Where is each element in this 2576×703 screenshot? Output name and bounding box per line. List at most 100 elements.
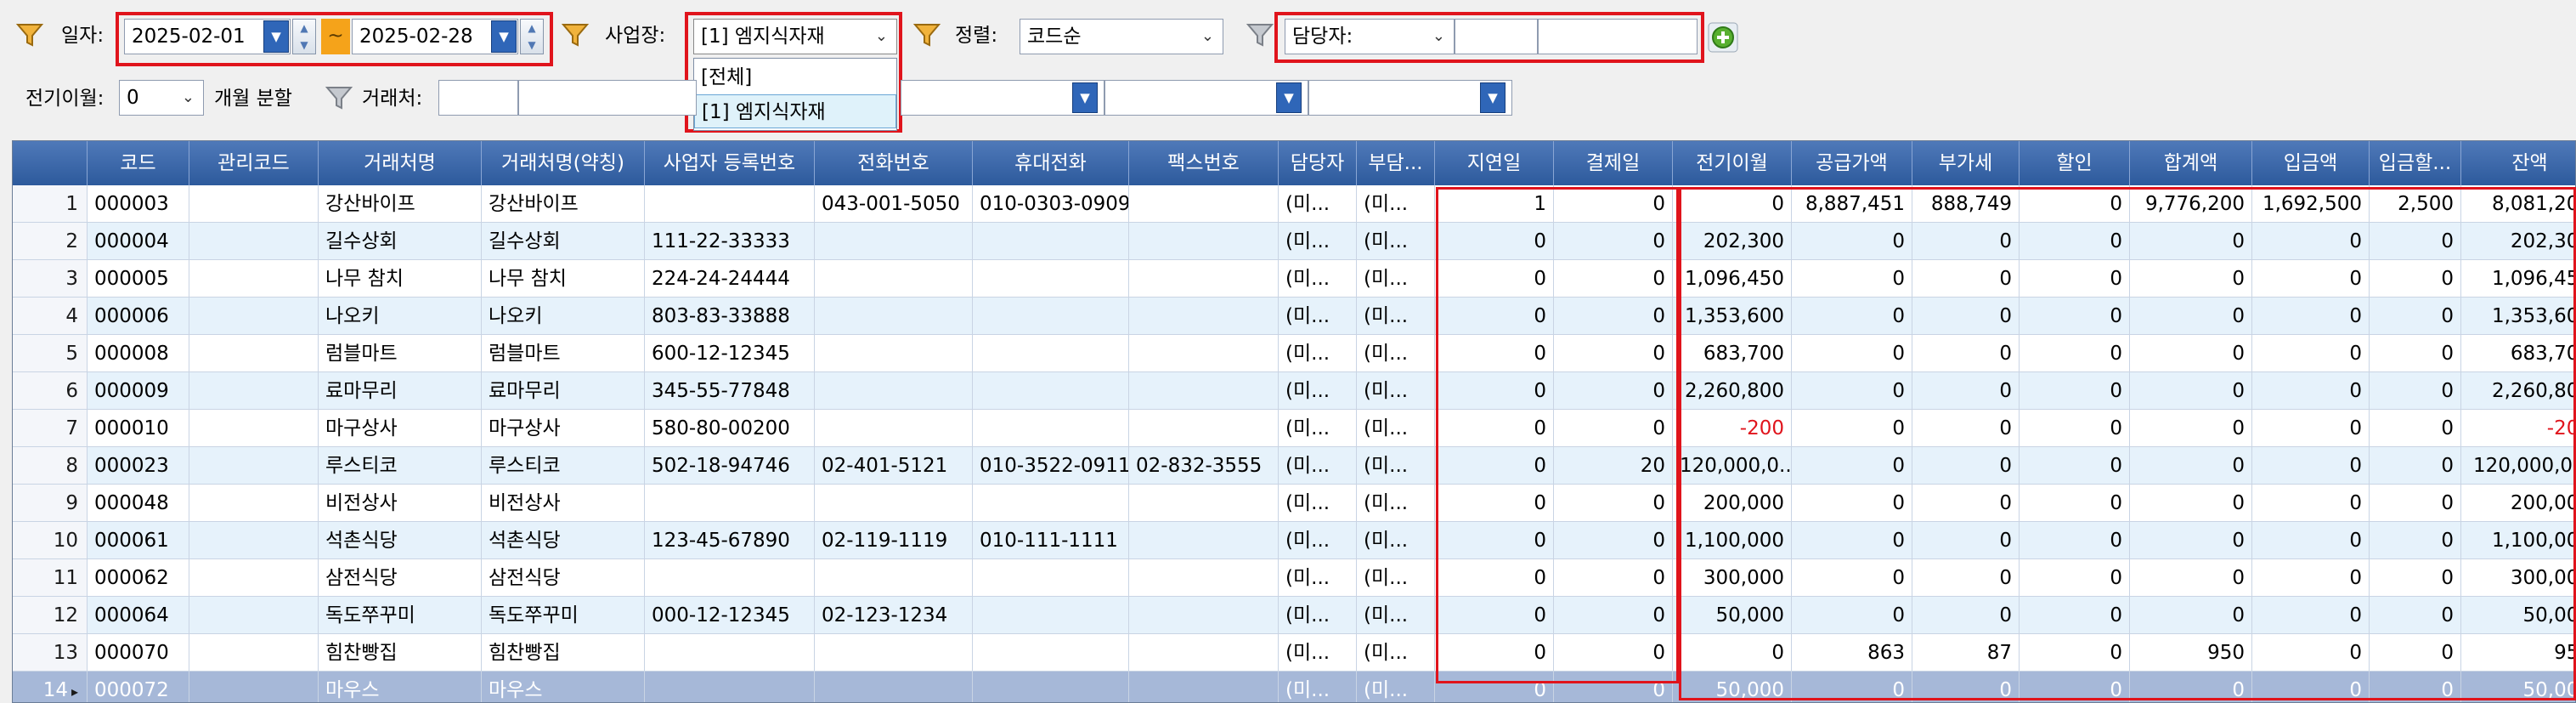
cell-manager[interactable]: (미... (1279, 410, 1357, 447)
cell-mobile[interactable] (973, 597, 1129, 634)
cell-client-name[interactable]: 삼전식당 (319, 559, 482, 597)
cell-client-name[interactable]: 강산바이프 (319, 185, 482, 223)
cell-rownum[interactable]: 9 (13, 485, 88, 522)
cell-rownum[interactable]: 3 (13, 260, 88, 298)
cell-total[interactable]: 0 (2130, 485, 2252, 522)
cell-delay-days[interactable]: 0 (1435, 672, 1554, 702)
cell-phone[interactable] (815, 260, 973, 298)
date-from-stepper[interactable]: ▲ ▼ (292, 19, 316, 54)
cell-deposit[interactable]: 0 (2252, 298, 2370, 335)
cell-discount[interactable]: 0 (2020, 597, 2130, 634)
cell-client-short-name[interactable]: 비전상사 (482, 485, 645, 522)
cell-vat[interactable]: 0 (1912, 559, 2020, 597)
cell-supply-amount[interactable]: 0 (1792, 597, 1912, 634)
cell-rownum[interactable]: 6 (13, 372, 88, 410)
cell-client-short-name[interactable]: 나무 참치 (482, 260, 645, 298)
cell-mobile[interactable]: 010-111-1111 (973, 522, 1129, 559)
table-row[interactable]: 6 000009 료마무리 료마무리 345-55-77848 (미... (미... 0 0 2… (13, 372, 2575, 410)
cell-discount[interactable]: 0 (2020, 298, 2130, 335)
cell-vat[interactable]: 0 (1912, 672, 2020, 702)
cell-carry-forward[interactable]: 202,300 (1673, 223, 1792, 260)
cell-delay-days[interactable]: 0 (1435, 335, 1554, 372)
cell-carry-forward[interactable]: 1,100,000 (1673, 522, 1792, 559)
column-header-code[interactable]: 코드 (88, 141, 189, 185)
cell-vat[interactable]: 0 (1912, 410, 2020, 447)
column-header-client-name[interactable]: 거래처명 (319, 141, 482, 185)
column-header-rownum[interactable] (13, 141, 88, 185)
cell-supply-amount[interactable]: 0 (1792, 372, 1912, 410)
cell-rownum[interactable]: 12 (13, 597, 88, 634)
cell-phone[interactable]: 02-123-1234 (815, 597, 973, 634)
cell-business-number[interactable]: 580-80-00200 (645, 410, 815, 447)
cell-deposit[interactable]: 0 (2252, 559, 2370, 597)
cell-manager[interactable]: (미... (1279, 522, 1357, 559)
cell-supply-amount[interactable]: 0 (1792, 335, 1912, 372)
cell-client-name[interactable]: 마우스 (319, 672, 482, 702)
cell-balance[interactable]: 300,000 (2461, 559, 2575, 597)
cell-code[interactable]: 000008 (88, 335, 189, 372)
cell-manager[interactable]: (미... (1279, 634, 1357, 672)
cell-client-short-name[interactable]: 석촌식당 (482, 522, 645, 559)
cell-manager[interactable]: (미... (1279, 260, 1357, 298)
cell-delay-days[interactable]: 0 (1435, 260, 1554, 298)
cell-vat[interactable]: 0 (1912, 447, 2020, 485)
sort-select[interactable]: 코드순 ⌄ (1020, 19, 1223, 54)
cell-balance[interactable]: 1,353,600 (2461, 298, 2575, 335)
cell-rownum[interactable]: 8 (13, 447, 88, 485)
cell-fax[interactable] (1129, 485, 1279, 522)
client-ledger-grid[interactable]: 코드 관리코드 거래처명 거래처명(약칭) 사업자 등록번호 전화번호 휴대전화 팩스번호 담당… (12, 140, 2576, 703)
client-name-input[interactable] (518, 80, 697, 116)
cell-burden[interactable]: (미... (1357, 597, 1435, 634)
cell-deposit-discount[interactable]: 0 (2370, 447, 2461, 485)
cell-carry-forward[interactable]: 120,000,0... (1673, 447, 1792, 485)
cell-phone[interactable] (815, 485, 973, 522)
column-header-manager[interactable]: 담당자 (1279, 141, 1357, 185)
cell-mobile[interactable] (973, 372, 1129, 410)
cell-fax[interactable] (1129, 672, 1279, 702)
client-code-input[interactable] (438, 80, 518, 116)
cell-burden[interactable]: (미... (1357, 335, 1435, 372)
cell-total[interactable]: 950 (2130, 634, 2252, 672)
cell-delay-days[interactable]: 0 (1435, 597, 1554, 634)
cell-code[interactable]: 000005 (88, 260, 189, 298)
cell-total[interactable]: 0 (2130, 223, 2252, 260)
cell-deposit[interactable]: 0 (2252, 485, 2370, 522)
date-to-dropdown[interactable]: ▼ (491, 20, 517, 53)
cell-code[interactable]: 000061 (88, 522, 189, 559)
cell-mgmt-code[interactable] (189, 410, 319, 447)
cell-business-number[interactable]: 123-45-67890 (645, 522, 815, 559)
cell-pay-day[interactable]: 0 (1554, 260, 1673, 298)
cell-burden[interactable]: (미... (1357, 485, 1435, 522)
cell-mgmt-code[interactable] (189, 522, 319, 559)
cell-total[interactable]: 0 (2130, 260, 2252, 298)
column-header-burden[interactable]: 부담... (1357, 141, 1435, 185)
column-header-delay-days[interactable]: 지연일 (1435, 141, 1554, 185)
cell-total[interactable]: 9,776,200 (2130, 185, 2252, 223)
cell-rownum[interactable]: 1 (13, 185, 88, 223)
cell-balance[interactable]: 202,300 (2461, 223, 2575, 260)
cell-client-name[interactable]: 럼블마트 (319, 335, 482, 372)
cell-mobile[interactable] (973, 634, 1129, 672)
cell-pay-day[interactable]: 0 (1554, 372, 1673, 410)
cell-client-short-name[interactable]: 삼전식당 (482, 559, 645, 597)
cell-pay-day[interactable]: 0 (1554, 298, 1673, 335)
table-row[interactable]: 14 ▸ 000072 마우스 마우스 (미... (미... 0 0 50,000 0 0 0 0 0 0 5… (13, 672, 2575, 702)
cell-manager[interactable]: (미... (1279, 223, 1357, 260)
cell-business-number[interactable]: 345-55-77848 (645, 372, 815, 410)
table-row[interactable]: 7 000010 마구상사 마구상사 580-80-00200 (미... (미... 0 0-… (13, 410, 2575, 447)
cell-burden[interactable]: (미... (1357, 522, 1435, 559)
cell-vat[interactable]: 888,749 (1912, 185, 2020, 223)
table-row[interactable]: 1 000003 강산바이프 강산바이프 043-001-5050 010-0303-09… (13, 185, 2575, 223)
cell-mgmt-code[interactable] (189, 335, 319, 372)
cell-manager[interactable]: (미... (1279, 298, 1357, 335)
cell-balance[interactable]: 120,000,0... (2461, 447, 2575, 485)
date-from-dropdown[interactable]: ▼ (263, 20, 289, 53)
cell-burden[interactable]: (미... (1357, 559, 1435, 597)
cell-business-number[interactable] (645, 485, 815, 522)
cell-total[interactable]: 0 (2130, 298, 2252, 335)
cell-discount[interactable]: 0 (2020, 559, 2130, 597)
column-header-mgmt-code[interactable]: 관리코드 (189, 141, 319, 185)
cell-fax[interactable] (1129, 185, 1279, 223)
cell-burden[interactable]: (미... (1357, 447, 1435, 485)
cell-client-short-name[interactable]: 강산바이프 (482, 185, 645, 223)
